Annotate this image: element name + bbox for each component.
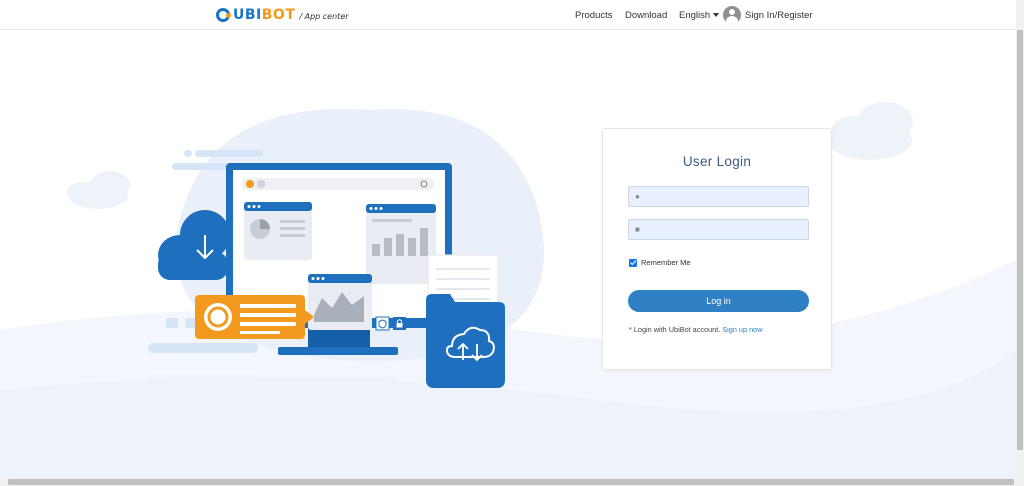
vertical-scroll-thumb[interactable]	[1017, 30, 1023, 450]
ubibot-logo[interactable]: UBIBOT / App center	[216, 6, 349, 24]
remember-label: Remember Me	[641, 258, 691, 267]
cloud-folder	[426, 294, 505, 388]
remember-checkbox[interactable]	[629, 258, 637, 267]
browser-dot-1	[246, 180, 254, 188]
username-input[interactable]	[649, 192, 799, 201]
cloud-left	[67, 171, 130, 209]
logo-subtitle: / App center	[299, 12, 349, 21]
logo-mark-icon	[216, 8, 231, 22]
dark-cloud	[158, 210, 230, 280]
avatar-icon	[723, 6, 741, 24]
vertical-scrollbar[interactable]	[1016, 0, 1024, 478]
login-note: * Login with UbiBot account. Sign up now	[629, 325, 762, 334]
note-text: * Login with UbiBot account.	[629, 325, 721, 334]
caret-down-icon	[713, 13, 720, 17]
main-content: User Login ● ■ Remember Me Log in * Logi…	[0, 30, 1016, 478]
horizontal-scrollbar[interactable]	[0, 478, 1024, 486]
browser-dot-2	[257, 180, 265, 188]
logo-text: UBIBOT	[233, 7, 296, 23]
username-field[interactable]: ●	[628, 186, 809, 207]
lock-icon: ■	[635, 225, 640, 234]
language-label: English	[679, 9, 711, 21]
signin-label: Sign In/Register	[745, 9, 813, 21]
horizontal-scroll-thumb[interactable]	[8, 479, 1014, 485]
signin-register-link[interactable]: Sign In/Register	[723, 0, 813, 30]
monitor-neck	[308, 328, 370, 348]
remember-me[interactable]: Remember Me	[629, 258, 691, 267]
password-input[interactable]	[649, 225, 799, 234]
login-title: User Login	[682, 154, 752, 169]
cloud-right	[828, 102, 913, 160]
background-illustration	[0, 102, 1016, 478]
top-header: UBIBOT / App center Products Download En…	[0, 0, 1016, 30]
login-button[interactable]: Log in	[628, 290, 809, 312]
user-icon: ●	[635, 192, 640, 201]
signup-link[interactable]: Sign up now	[722, 325, 762, 334]
browser-bar	[242, 178, 434, 190]
login-card: User Login ● ■ Remember Me Log in * Logi…	[602, 128, 832, 370]
nav-download-link[interactable]: Download	[625, 0, 667, 30]
nav-products-link[interactable]: Products	[575, 0, 613, 30]
password-field[interactable]: ■	[628, 219, 809, 240]
monitor-base	[278, 347, 398, 355]
language-dropdown[interactable]: English	[679, 0, 720, 30]
